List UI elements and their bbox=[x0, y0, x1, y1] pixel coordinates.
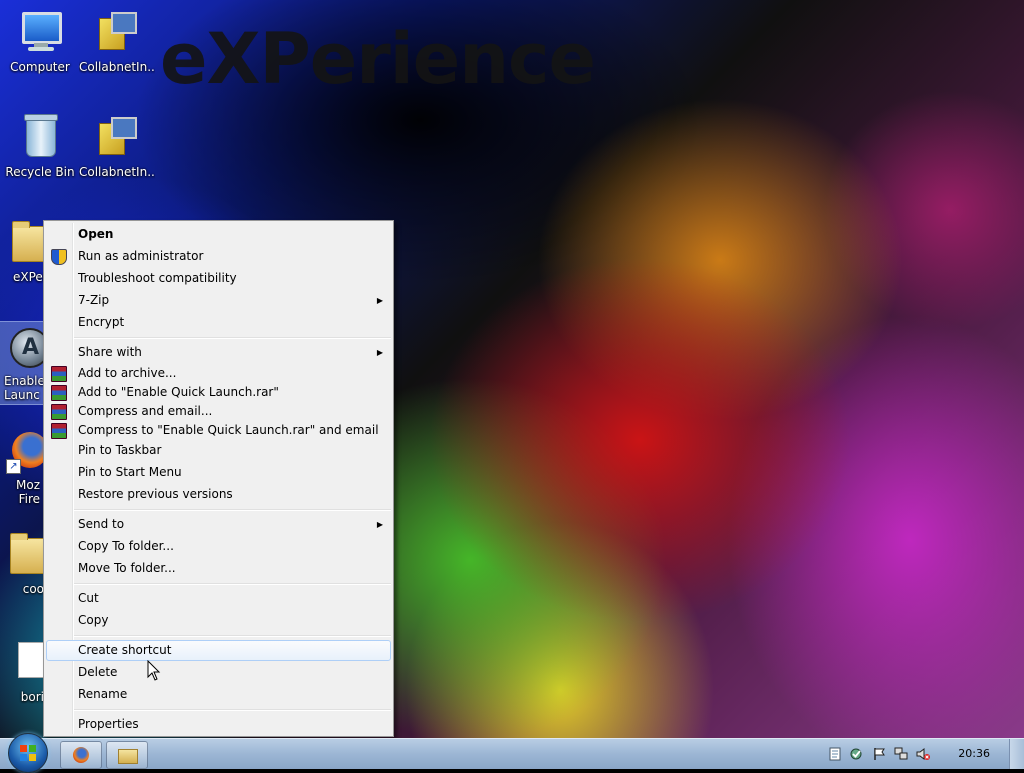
menu-separator bbox=[74, 635, 391, 637]
taskbar-firefox-button[interactable] bbox=[60, 741, 102, 769]
document-icon bbox=[6, 638, 44, 686]
taskbar-explorer-button[interactable] bbox=[106, 741, 148, 769]
installer-icon bbox=[93, 8, 141, 56]
network-icon[interactable] bbox=[894, 747, 908, 761]
menu-item-compress-to-rar-email[interactable]: Compress to "Enable Quick Launch.rar" an… bbox=[46, 420, 391, 441]
desktop-icon-label: Recycle Bin bbox=[5, 165, 75, 179]
menu-item-share-with[interactable]: Share with ▶ bbox=[46, 342, 391, 363]
menu-item-copy[interactable]: Copy bbox=[46, 610, 391, 631]
network-check-icon[interactable] bbox=[850, 747, 864, 761]
clock[interactable]: 20:36 bbox=[958, 739, 990, 769]
windows-logo-icon bbox=[20, 745, 36, 761]
installer-icon bbox=[93, 113, 141, 161]
desktop-icon-label: Moz Fire bbox=[16, 478, 40, 506]
menu-item-pin-start-menu[interactable]: Pin to Start Menu bbox=[46, 462, 391, 483]
menu-item-troubleshoot[interactable]: Troubleshoot compatibility bbox=[46, 268, 391, 289]
wallpaper-watermark: eXPerience bbox=[160, 18, 596, 100]
document-icon[interactable] bbox=[828, 747, 842, 761]
desktop-icon-recycle-bin[interactable]: Recycle Bin bbox=[2, 113, 78, 179]
menu-separator bbox=[74, 583, 391, 585]
context-menu: Open Run as administrator Troubleshoot c… bbox=[43, 220, 394, 737]
desktop-icon-collabnet-1[interactable]: CollabnetIn... bbox=[79, 8, 155, 74]
submenu-arrow-icon: ▶ bbox=[376, 348, 383, 357]
desktop-icon-computer[interactable]: Computer bbox=[2, 8, 78, 74]
menu-item-delete[interactable]: Delete bbox=[46, 662, 391, 683]
submenu-arrow-icon: ▶ bbox=[376, 520, 383, 529]
action-center-flag-icon[interactable] bbox=[872, 747, 886, 761]
desktop-icon-label: Enable Launc bbox=[4, 374, 44, 402]
uac-shield-icon bbox=[51, 249, 67, 265]
taskbar: 20:36 bbox=[0, 733, 1024, 773]
menu-item-send-to[interactable]: Send to ▶ bbox=[46, 514, 391, 535]
menu-item-add-to-rar[interactable]: Add to "Enable Quick Launch.rar" bbox=[46, 382, 391, 403]
desktop[interactable]: eXPerience Computer CollabnetIn... Recyc… bbox=[0, 0, 1024, 738]
submenu-arrow-icon: ▶ bbox=[376, 296, 383, 305]
desktop-icon-collabnet-2[interactable]: CollabnetIn... bbox=[79, 113, 155, 179]
menu-item-move-to-folder[interactable]: Move To folder... bbox=[46, 558, 391, 579]
menu-item-7zip[interactable]: 7-Zip ▶ bbox=[46, 290, 391, 311]
desktop-icon-label: bori bbox=[20, 690, 44, 704]
menu-item-properties[interactable]: Properties bbox=[46, 714, 391, 735]
shortcut-arrow-icon: ↗ bbox=[6, 459, 21, 474]
winrar-icon bbox=[51, 366, 67, 382]
menu-separator bbox=[74, 709, 391, 711]
menu-item-compress-email[interactable]: Compress and email... bbox=[46, 401, 391, 422]
mouse-cursor-icon bbox=[147, 660, 161, 681]
firefox-icon: ↗ bbox=[6, 426, 44, 474]
menu-item-add-to-archive[interactable]: Add to archive... bbox=[46, 363, 391, 384]
folder-icon bbox=[6, 530, 44, 578]
menu-item-run-as-admin[interactable]: Run as administrator bbox=[46, 246, 391, 267]
desktop-icon-firefox[interactable]: ↗ Moz Fire bbox=[0, 426, 44, 506]
menu-item-restore-versions[interactable]: Restore previous versions bbox=[46, 484, 391, 505]
menu-separator bbox=[74, 509, 391, 511]
folder-icon bbox=[118, 749, 138, 764]
desktop-icon-label: Computer bbox=[10, 60, 70, 74]
system-tray: 20:36 bbox=[814, 739, 1024, 769]
desktop-icon-enable-quick-launch[interactable]: Enable Launc bbox=[0, 321, 45, 405]
menu-separator bbox=[74, 337, 391, 339]
menu-item-encrypt[interactable]: Encrypt bbox=[46, 312, 391, 333]
desktop-icon-label: CollabnetIn... bbox=[79, 165, 155, 179]
menu-item-rename[interactable]: Rename bbox=[46, 684, 391, 705]
app-icon bbox=[4, 322, 44, 370]
menu-item-copy-to-folder[interactable]: Copy To folder... bbox=[46, 536, 391, 557]
desktop-icon-coo-folder[interactable]: coo bbox=[0, 530, 44, 596]
menu-item-create-shortcut[interactable]: Create shortcut bbox=[46, 640, 391, 661]
recycle-bin-icon bbox=[16, 113, 64, 161]
start-button[interactable] bbox=[8, 733, 48, 773]
computer-icon bbox=[16, 8, 64, 56]
desktop-icon-label: coo bbox=[22, 582, 44, 596]
winrar-icon bbox=[51, 404, 67, 420]
desktop-icon-bori-file[interactable]: bori bbox=[0, 638, 44, 704]
menu-item-pin-taskbar[interactable]: Pin to Taskbar bbox=[46, 440, 391, 461]
menu-item-cut[interactable]: Cut bbox=[46, 588, 391, 609]
show-desktop-button[interactable] bbox=[1009, 739, 1024, 769]
winrar-icon bbox=[51, 423, 67, 439]
volume-muted-icon[interactable] bbox=[916, 747, 930, 761]
desktop-icon-label: CollabnetIn... bbox=[79, 60, 155, 74]
winrar-icon bbox=[51, 385, 67, 401]
menu-item-open[interactable]: Open bbox=[46, 224, 391, 245]
firefox-icon bbox=[73, 747, 89, 763]
